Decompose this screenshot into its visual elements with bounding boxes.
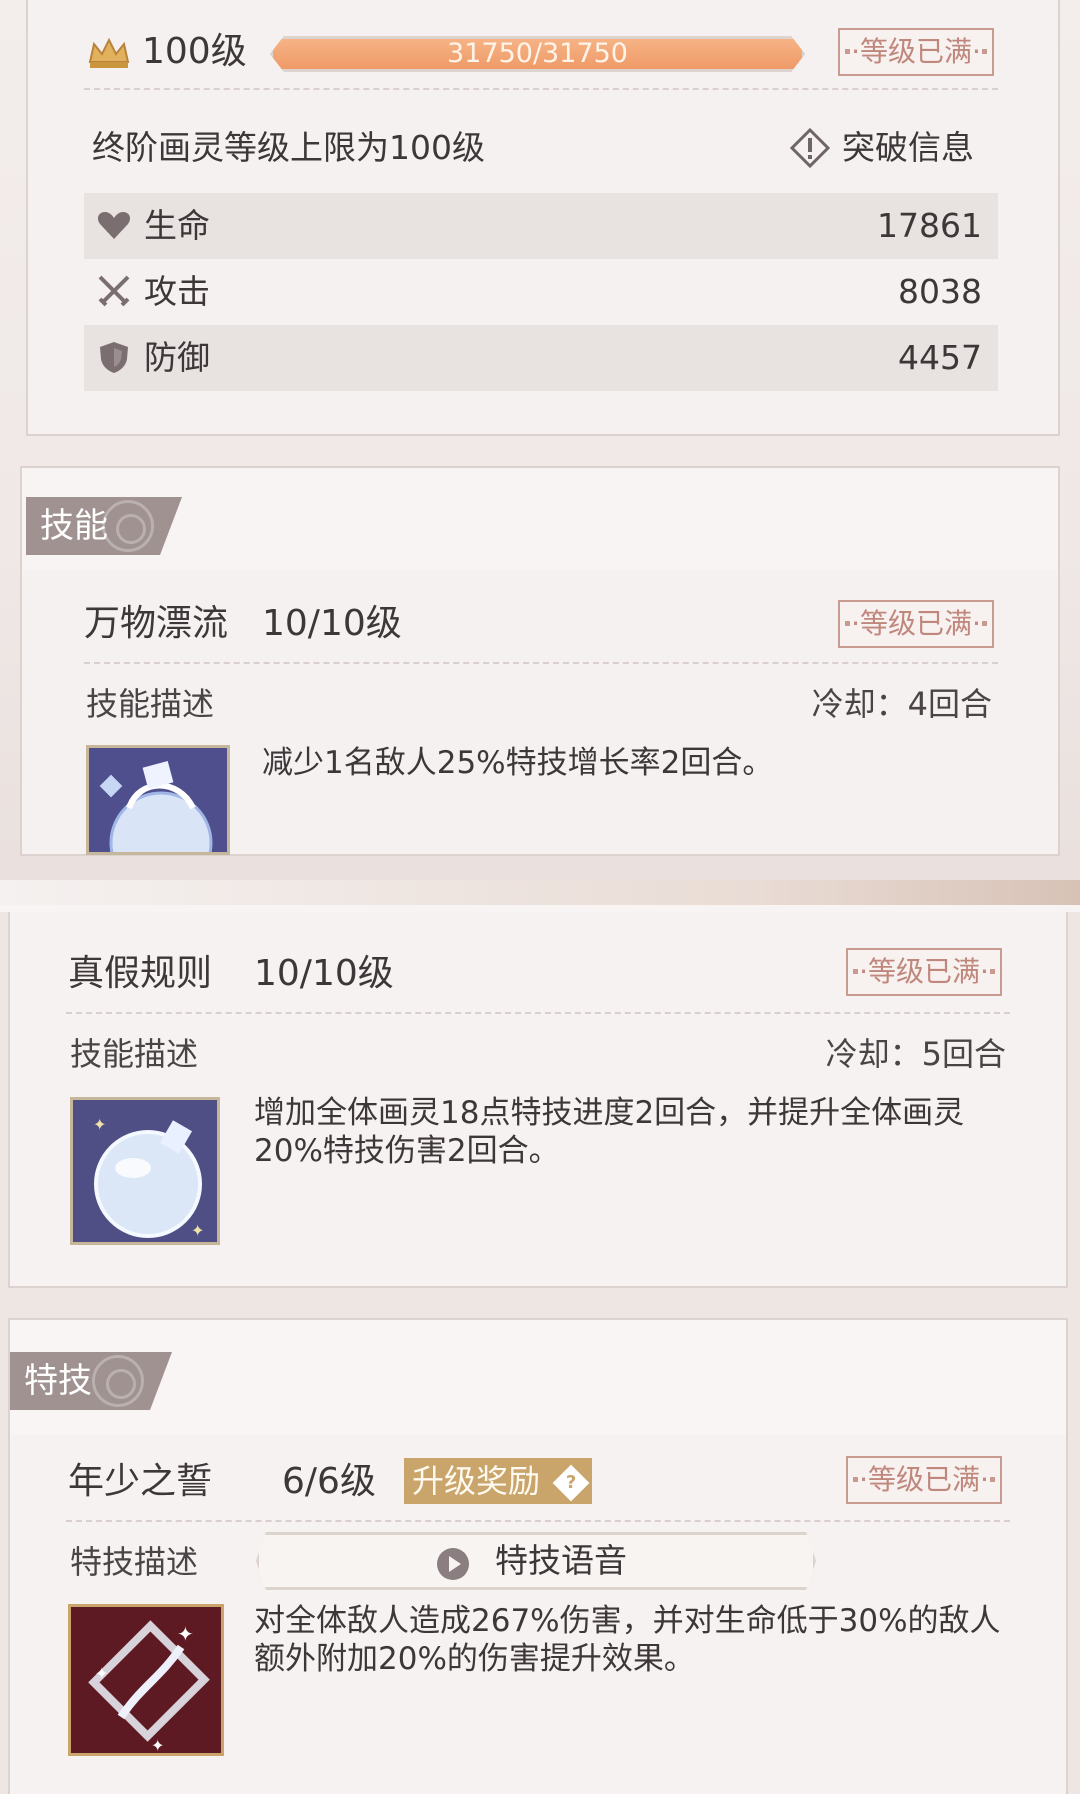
svg-text:✦: ✦ <box>177 1622 194 1646</box>
special-max-badge: ·等级已满· <box>846 1456 1002 1504</box>
exp-text: 31750/31750 <box>447 38 628 69</box>
skill-max-badge: ·等级已满· <box>846 948 1002 996</box>
level-label: 100级 <box>142 31 247 72</box>
glass-orb-icon: ✦ ✦ <box>93 1115 204 1240</box>
stat-row-attack: 攻击 8038 <box>84 259 998 325</box>
stat-value: 8038 <box>898 272 982 311</box>
skill-name: 真假规则 <box>68 953 213 994</box>
crossed-swords-icon <box>98 275 130 307</box>
stat-label: 生命 <box>144 206 210 245</box>
stat-value: 17861 <box>877 206 982 245</box>
special-icon: ✦ ✦ ✦ <box>68 1604 224 1756</box>
shield-icon <box>100 342 128 373</box>
bottom-panel: 真假规则 10/10级 ·等级已满· 技能描述 冷却：5回合 ✦ ✦ 增加全体画… <box>0 912 1080 1794</box>
skill-desc-label: 技能描述 <box>70 1035 199 1073</box>
warning-diamond-icon <box>790 128 830 168</box>
level-max-badge: ·等级已满· <box>838 28 994 76</box>
help-diamond-icon: ? <box>552 1464 590 1502</box>
play-icon <box>435 1546 471 1582</box>
divider <box>84 88 998 90</box>
rose-icon <box>92 1355 144 1407</box>
skill-max-badge: ·等级已满· <box>838 600 994 648</box>
skill-description: 减少1名敌人25%特技增长率2回合。 <box>262 745 774 781</box>
upgrade-reward-button[interactable]: 升级奖励 ? <box>404 1458 593 1504</box>
heart-icon <box>97 212 131 239</box>
special-voice-button[interactable]: 特技语音 <box>256 1532 816 1590</box>
stat-label: 攻击 <box>144 272 210 311</box>
moon-bottle-icon <box>99 761 213 852</box>
svg-text:✦: ✦ <box>151 1736 164 1755</box>
exp-bar: 31750/31750 <box>270 36 805 72</box>
skill-icon-moon-bottle <box>86 745 230 855</box>
skill-level: 10/10级 <box>254 953 394 994</box>
tab-skills: 技能 <box>26 497 182 555</box>
skill-name: 万物漂流 <box>84 603 229 644</box>
breakthrough-info-label: 突破信息 <box>842 128 974 167</box>
stat-value: 4457 <box>898 338 982 377</box>
special-level: 6/6级 <box>282 1461 376 1502</box>
crown-icon <box>88 37 130 68</box>
skill-desc-label: 技能描述 <box>86 685 215 723</box>
special-desc-label: 特技描述 <box>70 1543 199 1581</box>
top-panel: 100级 31750/31750 ·等级已满· 终阶画灵等级上限为100级 突破… <box>0 0 1080 905</box>
svg-text:✦: ✦ <box>93 1115 106 1134</box>
skill-description: 增加全体画灵18点特技进度2回合，并提升全体画灵20%特技伤害2回合。 <box>254 1095 965 1169</box>
divider <box>66 1520 1010 1522</box>
special-description: 对全体敌人造成267%伤害，并对生命低于30%的敌人额外附加20%的伤害提升效果… <box>254 1603 1001 1677</box>
svg-text:✦: ✦ <box>95 1664 108 1683</box>
divider <box>66 1012 1010 1014</box>
silver-frame-icon: ✦ ✦ ✦ <box>88 1620 210 1755</box>
tab-skills-label: 技能 <box>40 506 108 546</box>
upgrade-reward-label: 升级奖励 <box>412 1462 541 1500</box>
stat-label: 防御 <box>144 338 210 377</box>
special-voice-label: 特技语音 <box>495 1541 627 1580</box>
screenshot-seam <box>0 880 1080 905</box>
special-card-header-band <box>10 1320 1066 1435</box>
skills-card-header-band <box>22 468 1058 570</box>
level-limit-text: 终阶画灵等级上限为100级 <box>92 128 485 167</box>
skill-icon-glass-orb: ✦ ✦ <box>70 1097 220 1245</box>
svg-text:✦: ✦ <box>191 1221 204 1240</box>
breakthrough-info-button[interactable]: 突破信息 <box>790 124 990 174</box>
stat-row-defense: 防御 4457 <box>84 325 998 391</box>
rose-icon <box>102 500 154 552</box>
divider <box>84 662 998 664</box>
tab-special: 特技 <box>10 1352 172 1410</box>
stat-row-hp: 生命 17861 <box>84 193 998 259</box>
skill-level: 10/10级 <box>262 603 402 644</box>
skill-cooldown: 冷却：5回合 <box>825 1035 1006 1073</box>
special-name: 年少之誓 <box>68 1461 213 1502</box>
screenshot-gap <box>0 905 1080 912</box>
skill-cooldown: 冷却：4回合 <box>811 685 992 723</box>
tab-special-label: 特技 <box>24 1361 92 1401</box>
